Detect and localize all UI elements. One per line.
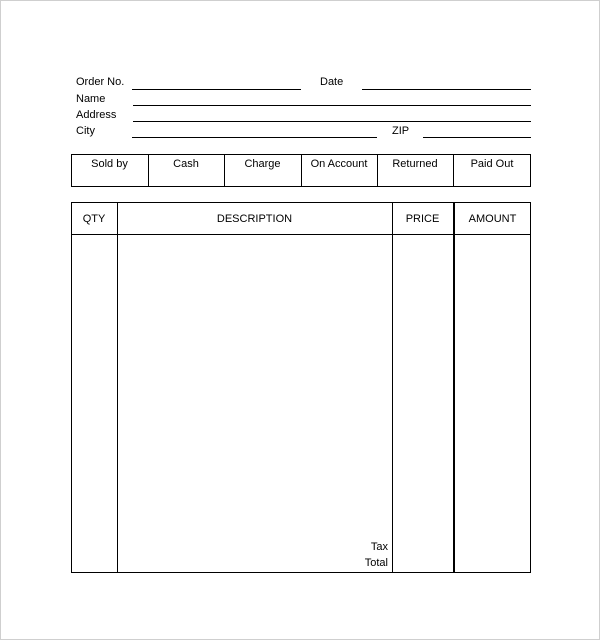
zip-label: ZIP xyxy=(392,125,410,137)
order-no-field[interactable] xyxy=(132,89,301,90)
header-divider xyxy=(71,234,531,235)
paid-out-cell: Paid Out xyxy=(470,158,514,170)
address-label: Address xyxy=(76,109,117,121)
order-no-label: Order No. xyxy=(76,76,125,88)
date-field[interactable] xyxy=(362,89,531,90)
cash-cell: Cash xyxy=(173,158,199,170)
total-label: Total xyxy=(364,557,388,569)
returned-cell: Returned xyxy=(392,158,438,170)
price-header: PRICE xyxy=(405,213,440,225)
name-field[interactable] xyxy=(133,105,531,106)
items-table xyxy=(71,202,531,573)
divider xyxy=(453,202,455,573)
sold-by-cell: Sold by xyxy=(91,158,128,170)
city-label: City xyxy=(76,125,95,137)
description-header: DESCRIPTION xyxy=(216,213,293,225)
divider xyxy=(392,202,393,573)
date-label: Date xyxy=(320,76,344,88)
address-field[interactable] xyxy=(133,121,531,122)
name-label: Name xyxy=(76,93,106,105)
divider xyxy=(117,202,118,573)
zip-field[interactable] xyxy=(423,137,531,138)
amount-header: AMOUNT xyxy=(468,213,517,225)
charge-cell: Charge xyxy=(244,158,281,170)
city-field[interactable] xyxy=(132,137,377,138)
qty-header: QTY xyxy=(82,213,106,225)
form-page: Order No. Date Name Address City ZIP Sol… xyxy=(0,0,600,640)
on-account-cell: On Account xyxy=(310,158,368,170)
tax-label: Tax xyxy=(370,541,388,553)
